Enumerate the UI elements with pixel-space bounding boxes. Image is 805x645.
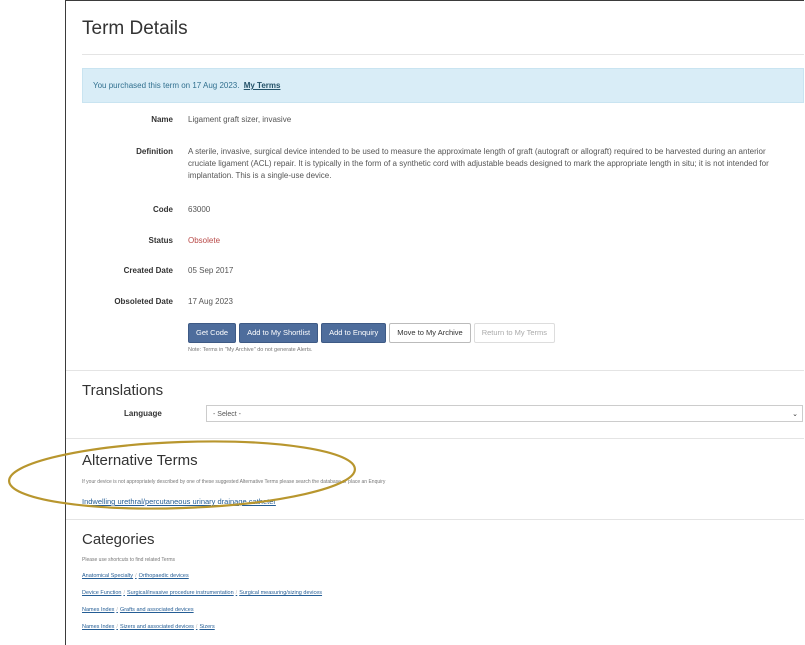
highlight-ellipse bbox=[8, 440, 356, 510]
annotation-ellipse bbox=[8, 440, 356, 510]
